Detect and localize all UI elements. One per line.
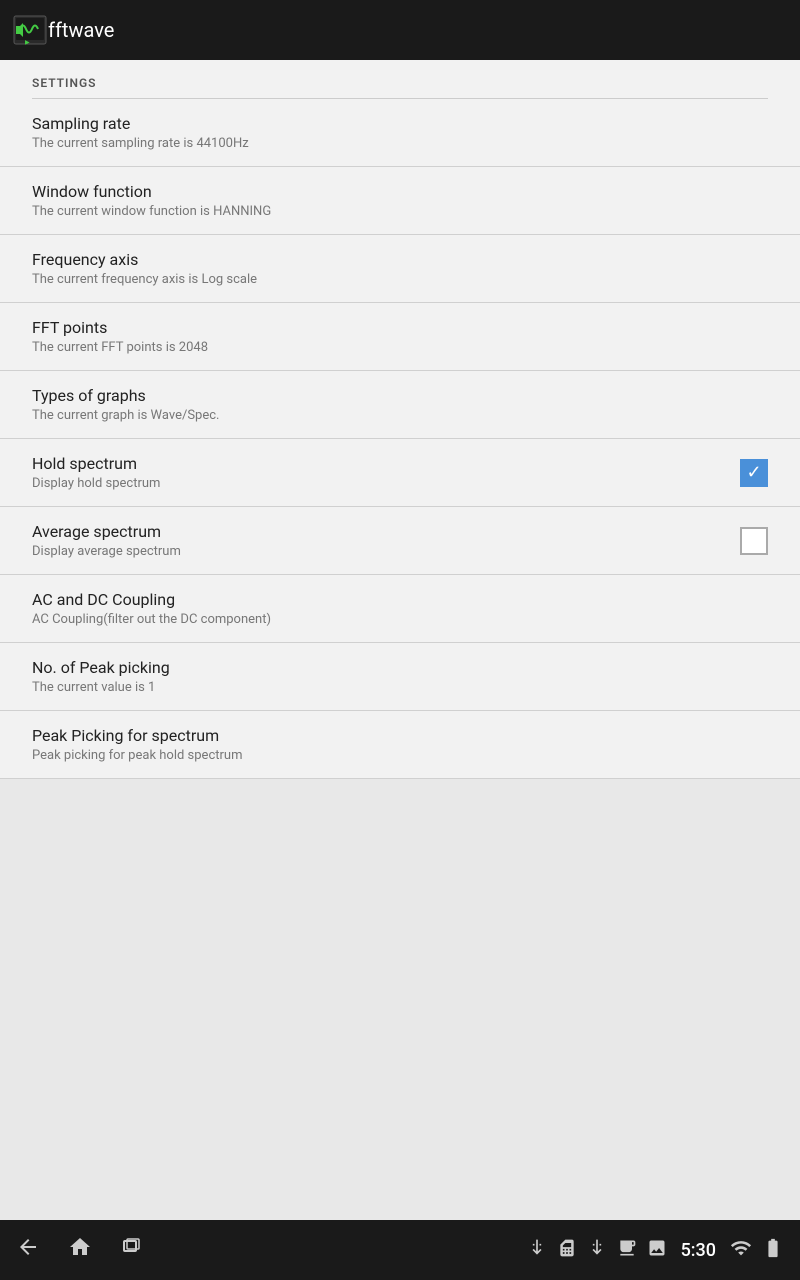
recents-button[interactable] [120, 1235, 144, 1265]
home-button[interactable] [68, 1235, 92, 1265]
setting-title-average-spectrum: Average spectrum [32, 522, 740, 541]
status-icons: 5:30 [527, 1237, 784, 1263]
setting-text-types-of-graphs: Types of graphs The current graph is Wav… [32, 386, 768, 423]
setting-subtitle-window-function: The current window function is HANNING [32, 204, 768, 219]
nav-buttons [16, 1235, 144, 1265]
setting-text-frequency-axis: Frequency axis The current frequency axi… [32, 250, 768, 287]
sim-icon [557, 1238, 577, 1262]
setting-subtitle-average-spectrum: Display average spectrum [32, 544, 740, 559]
setting-title-types-of-graphs: Types of graphs [32, 386, 768, 405]
setting-text-peak-picking-spectrum: Peak Picking for spectrum Peak picking f… [32, 726, 768, 763]
svg-text:▶: ▶ [25, 40, 30, 46]
setting-subtitle-hold-spectrum: Display hold spectrum [32, 476, 740, 491]
setting-item-average-spectrum[interactable]: Average spectrum Display average spectru… [0, 507, 800, 575]
hold-spectrum-checkbox[interactable]: ✓ [740, 459, 768, 487]
setting-item-hold-spectrum[interactable]: Hold spectrum Display hold spectrum ✓ [0, 439, 800, 507]
setting-item-ac-dc-coupling[interactable]: AC and DC Coupling AC Coupling(filter ou… [0, 575, 800, 643]
setting-text-average-spectrum: Average spectrum Display average spectru… [32, 522, 740, 559]
setting-title-hold-spectrum: Hold spectrum [32, 454, 740, 473]
news-icon [617, 1238, 637, 1262]
average-spectrum-checkbox[interactable] [740, 527, 768, 555]
setting-text-window-function: Window function The current window funct… [32, 182, 768, 219]
usb2-icon [587, 1238, 607, 1262]
setting-subtitle-peak-picking-spectrum: Peak picking for peak hold spectrum [32, 748, 768, 763]
settings-section: SETTINGS Sampling rate The current sampl… [0, 60, 800, 779]
setting-title-fft-points: FFT points [32, 318, 768, 337]
setting-item-window-function[interactable]: Window function The current window funct… [0, 167, 800, 235]
image-icon [647, 1238, 667, 1262]
setting-item-fft-points[interactable]: FFT points The current FFT points is 204… [0, 303, 800, 371]
setting-title-window-function: Window function [32, 182, 768, 201]
setting-item-peak-picking-spectrum[interactable]: Peak Picking for spectrum Peak picking f… [0, 711, 800, 779]
setting-text-ac-dc-coupling: AC and DC Coupling AC Coupling(filter ou… [32, 590, 768, 627]
setting-subtitle-no-peak-picking: The current value is 1 [32, 680, 768, 695]
top-bar: ▶ fftwave [0, 0, 800, 60]
setting-title-sampling-rate: Sampling rate [32, 114, 768, 133]
app-logo: ▶ [12, 12, 48, 48]
setting-item-frequency-axis[interactable]: Frequency axis The current frequency axi… [0, 235, 800, 303]
bottom-bar: 5:30 [0, 1220, 800, 1280]
setting-text-sampling-rate: Sampling rate The current sampling rate … [32, 114, 768, 151]
setting-subtitle-sampling-rate: The current sampling rate is 44100Hz [32, 136, 768, 151]
setting-item-types-of-graphs[interactable]: Types of graphs The current graph is Wav… [0, 371, 800, 439]
setting-title-no-peak-picking: No. of Peak picking [32, 658, 768, 677]
status-time: 5:30 [681, 1240, 716, 1261]
back-button[interactable] [16, 1235, 40, 1265]
setting-subtitle-ac-dc-coupling: AC Coupling(filter out the DC component) [32, 612, 768, 627]
checkmark-icon: ✓ [746, 464, 761, 482]
main-content: SETTINGS Sampling rate The current sampl… [0, 60, 800, 1220]
settings-header: SETTINGS [0, 60, 800, 98]
setting-title-frequency-axis: Frequency axis [32, 250, 768, 269]
app-title: fftwave [48, 18, 114, 42]
wifi-icon [730, 1237, 752, 1263]
setting-subtitle-frequency-axis: The current frequency axis is Log scale [32, 272, 768, 287]
setting-item-sampling-rate[interactable]: Sampling rate The current sampling rate … [0, 99, 800, 167]
usb-icon [527, 1238, 547, 1262]
setting-item-no-peak-picking[interactable]: No. of Peak picking The current value is… [0, 643, 800, 711]
setting-title-ac-dc-coupling: AC and DC Coupling [32, 590, 768, 609]
setting-text-no-peak-picking: No. of Peak picking The current value is… [32, 658, 768, 695]
setting-title-peak-picking-spectrum: Peak Picking for spectrum [32, 726, 768, 745]
setting-text-fft-points: FFT points The current FFT points is 204… [32, 318, 768, 355]
battery-icon [762, 1237, 784, 1263]
setting-subtitle-fft-points: The current FFT points is 2048 [32, 340, 768, 355]
setting-text-hold-spectrum: Hold spectrum Display hold spectrum [32, 454, 740, 491]
setting-subtitle-types-of-graphs: The current graph is Wave/Spec. [32, 408, 768, 423]
